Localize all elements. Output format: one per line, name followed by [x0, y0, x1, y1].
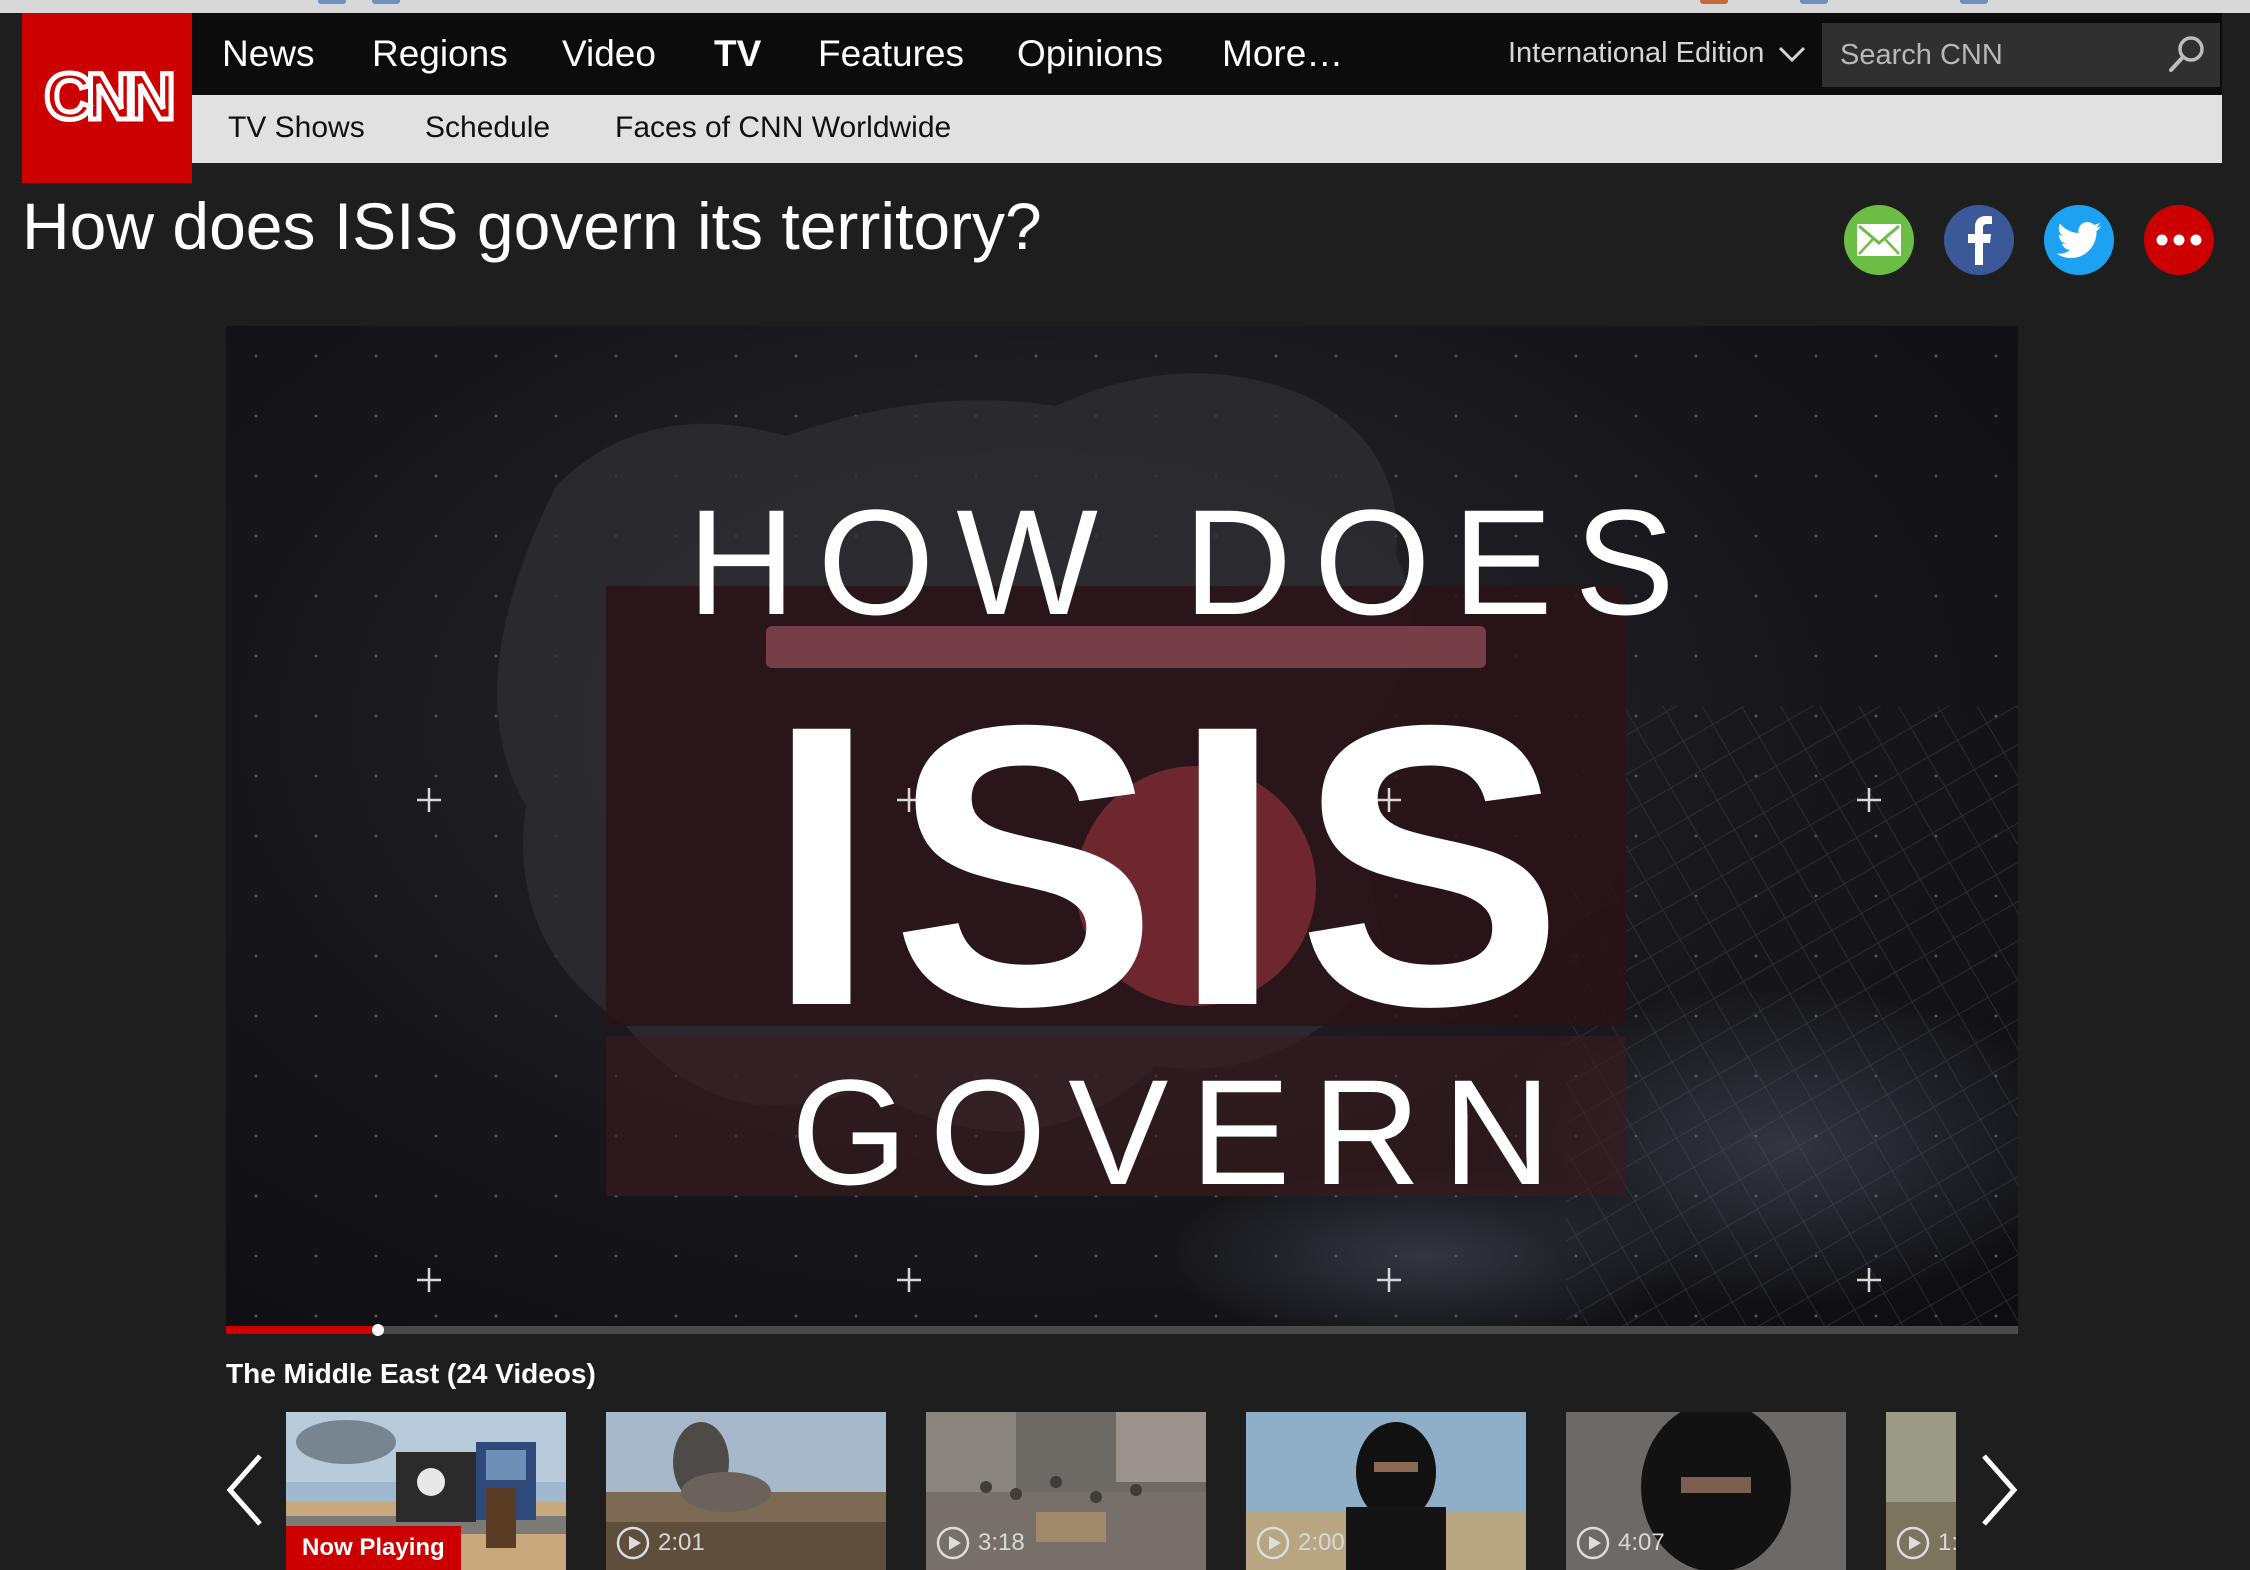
- facebook-icon: [1968, 216, 1992, 265]
- subnav-faces[interactable]: Faces of CNN Worldwide: [615, 111, 951, 145]
- playlist-item[interactable]: 3:18: [926, 1412, 1206, 1570]
- playlist-item[interactable]: 2:01: [606, 1412, 886, 1570]
- bookmark-icon[interactable]: [1960, 0, 1988, 4]
- nav-regions[interactable]: Regions: [372, 33, 508, 75]
- bookmark-icon[interactable]: [318, 0, 346, 4]
- main-nav: News Regions Video TV Features Opinions …: [192, 13, 2222, 95]
- video-progress-bar[interactable]: [226, 1324, 2018, 1336]
- search-icon[interactable]: [2166, 33, 2208, 75]
- browser-bookmarks-strip: [0, 0, 2250, 13]
- share-more-button[interactable]: [2144, 205, 2214, 275]
- video-player[interactable]: HOW DOES ISIS GOVERN: [226, 326, 2018, 1326]
- bookmark-icon[interactable]: [372, 0, 400, 4]
- carousel-next-arrow-icon[interactable]: [1972, 1450, 2022, 1530]
- progress-handle[interactable]: [372, 1324, 385, 1336]
- sub-nav: TV Shows Schedule Faces of CNN Worldwide: [192, 95, 2222, 163]
- play-icon: [1576, 1526, 1610, 1560]
- video-frame-line-2: ISIS: [766, 642, 1578, 1089]
- duration-label: 1:: [1938, 1529, 1956, 1556]
- nav-news[interactable]: News: [222, 33, 315, 75]
- share-email-button[interactable]: [1844, 205, 1914, 275]
- chevron-down-icon: [1779, 46, 1806, 62]
- nav-video[interactable]: Video: [562, 33, 656, 75]
- subnav-tv-shows[interactable]: TV Shows: [228, 111, 365, 145]
- playlist-item[interactable]: 1:: [1886, 1412, 1956, 1570]
- share-facebook-button[interactable]: [1944, 205, 2014, 275]
- play-icon: [1896, 1526, 1930, 1560]
- search-input[interactable]: [1840, 38, 2160, 72]
- video-frame-line-1: HOW DOES: [687, 478, 1697, 646]
- video-duration: 2:00: [1256, 1526, 1345, 1560]
- duration-label: 3:18: [978, 1529, 1025, 1556]
- duration-label: 4:07: [1618, 1529, 1665, 1556]
- nav-tv[interactable]: TV: [714, 33, 761, 75]
- duration-label: 2:00: [1298, 1529, 1345, 1556]
- now-playing-badge: Now Playing: [286, 1526, 461, 1570]
- playlist-item[interactable]: Now Playing: [286, 1412, 566, 1570]
- video-duration: 1:: [1896, 1526, 1956, 1560]
- playlist-item[interactable]: 2:00: [1246, 1412, 1526, 1570]
- edition-selector[interactable]: International Edition: [1508, 37, 1806, 70]
- play-icon: [616, 1526, 650, 1560]
- svg-text:CNN: CNN: [45, 63, 172, 133]
- share-twitter-button[interactable]: [2044, 205, 2114, 275]
- page-title: How does ISIS govern its territory?: [22, 189, 1042, 263]
- nav-opinions[interactable]: Opinions: [1017, 33, 1163, 75]
- progress-fill: [226, 1326, 379, 1334]
- carousel-prev-arrow-icon[interactable]: [222, 1450, 272, 1530]
- bookmark-icon[interactable]: [1800, 0, 1828, 4]
- video-duration: 3:18: [936, 1526, 1025, 1560]
- nav-more[interactable]: More…: [1222, 33, 1343, 75]
- more-icon: [2156, 234, 2202, 246]
- cnn-logo-icon: CNN: [42, 63, 177, 133]
- video-frame-line-3: GOVERN: [790, 1048, 1574, 1216]
- playlist-title: The Middle East (24 Videos): [226, 1358, 596, 1389]
- duration-label: 2:01: [658, 1529, 705, 1556]
- video-duration: 2:01: [616, 1526, 705, 1560]
- video-duration: 4:07: [1576, 1526, 1665, 1560]
- edition-label: International Edition: [1508, 37, 1765, 69]
- play-icon: [936, 1526, 970, 1560]
- email-icon: [1857, 224, 1901, 256]
- bookmark-icon[interactable]: [1700, 0, 1728, 4]
- play-icon: [1256, 1526, 1290, 1560]
- subnav-schedule[interactable]: Schedule: [425, 111, 550, 145]
- twitter-icon: [2057, 222, 2101, 258]
- search-box: [1822, 23, 2220, 87]
- playlist-item[interactable]: 4:07: [1566, 1412, 1846, 1570]
- nav-features[interactable]: Features: [818, 33, 964, 75]
- cnn-logo[interactable]: CNN: [22, 13, 192, 183]
